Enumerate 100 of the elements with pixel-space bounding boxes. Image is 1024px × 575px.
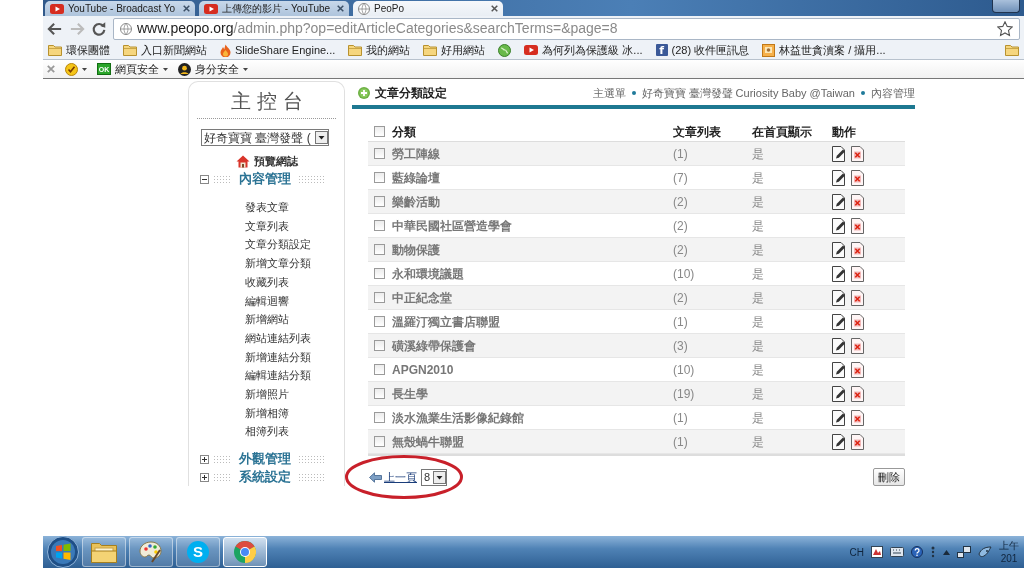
previous-page-link[interactable]: 上一頁 <box>369 468 417 486</box>
menu-link[interactable]: 發表文章 <box>245 198 289 217</box>
breadcrumb-link[interactable]: 好奇寶寶 臺灣發聲 Curiosity Baby @Taiwan <box>641 84 855 102</box>
edit-icon[interactable] <box>832 265 846 282</box>
row-checkbox[interactable] <box>374 172 385 183</box>
delete-icon[interactable] <box>851 241 864 258</box>
edit-icon[interactable] <box>832 193 846 210</box>
taskbar-app-button[interactable] <box>223 537 267 567</box>
help-icon[interactable] <box>911 546 923 558</box>
delete-icon[interactable] <box>851 169 864 186</box>
row-checkbox[interactable] <box>374 388 385 399</box>
edit-icon[interactable] <box>832 217 846 234</box>
breadcrumb-link[interactable]: 主選單 <box>592 84 626 102</box>
row-checkbox[interactable] <box>374 316 385 327</box>
delete-icon[interactable] <box>851 217 864 234</box>
menu-link[interactable]: 新增網站 <box>245 310 289 329</box>
row-checkbox[interactable] <box>374 292 385 303</box>
folder-icon[interactable] <box>1005 44 1019 56</box>
delete-icon[interactable] <box>851 433 864 450</box>
delete-icon[interactable] <box>851 385 864 402</box>
delete-icon[interactable] <box>851 313 864 330</box>
edit-icon[interactable] <box>832 313 846 330</box>
bookmark-star-icon[interactable] <box>997 20 1013 37</box>
bookmark-link[interactable]: 我的網站 <box>348 41 411 59</box>
taskbar-app-button[interactable] <box>82 537 126 567</box>
minimize-button[interactable] <box>992 0 1020 13</box>
delete-button[interactable]: 刪除 <box>873 468 905 486</box>
menu-link[interactable]: 文章分類設定 <box>245 235 311 255</box>
close-icon[interactable] <box>491 5 498 12</box>
expand-toggle[interactable] <box>200 454 209 464</box>
menu-link[interactable]: 新增文章分類 <box>245 254 311 273</box>
globe-icon[interactable] <box>498 43 512 57</box>
menu-link[interactable]: 新增相簿 <box>245 403 289 423</box>
section-heading[interactable]: 外觀管理 <box>238 449 291 469</box>
edit-icon[interactable] <box>832 241 846 258</box>
extension-button[interactable] <box>65 62 87 76</box>
site-select[interactable]: 好奇寶寶 臺灣發聲 ( <box>201 129 329 146</box>
section-heading[interactable]: 內容管理 <box>238 169 291 189</box>
menu-link[interactable]: 文章列表 <box>245 216 289 236</box>
browser-tab[interactable]: PeoPo <box>353 1 503 16</box>
menu-link[interactable]: 新增照片 <box>245 385 289 404</box>
menu-link[interactable]: 新增連結分類 <box>245 347 311 367</box>
options-icon[interactable] <box>930 546 936 558</box>
delete-icon[interactable] <box>851 265 864 282</box>
menu-link[interactable]: 網站連結列表 <box>245 328 311 348</box>
row-checkbox[interactable] <box>374 220 385 231</box>
input-method-icon[interactable] <box>871 546 883 558</box>
menu-link[interactable]: 收藏列表 <box>245 272 289 292</box>
close-icon[interactable] <box>183 5 190 12</box>
section-heading[interactable]: 系統設定 <box>238 467 291 487</box>
edit-icon[interactable] <box>832 145 846 162</box>
edit-icon[interactable] <box>832 337 846 354</box>
edit-icon[interactable] <box>832 361 846 378</box>
taskbar-app-button[interactable] <box>129 537 173 567</box>
delete-icon[interactable] <box>851 337 864 354</box>
row-checkbox[interactable] <box>374 364 385 375</box>
row-checkbox[interactable] <box>374 340 385 351</box>
bookmark-link[interactable]: 林益世貪瀆案 / 攝用... <box>762 41 886 59</box>
row-checkbox[interactable] <box>374 148 385 159</box>
bookmark-link[interactable]: f (28) 收件匣訊息 <box>655 41 750 59</box>
expand-toggle[interactable] <box>200 472 209 482</box>
back-icon[interactable] <box>47 21 63 36</box>
bookmark-link[interactable]: 入口新聞網站 <box>123 41 207 59</box>
edit-icon[interactable] <box>832 169 846 186</box>
menu-link[interactable]: 相簿列表 <box>245 422 289 442</box>
language-indicator[interactable]: CH <box>849 544 864 560</box>
reload-icon[interactable] <box>91 20 107 37</box>
address-bar[interactable]: www.peopo.org/admin.php?op=editArticleCategories&searchTerms=&page=8 <box>113 17 1020 40</box>
network-icon[interactable] <box>957 546 971 558</box>
page-select[interactable]: 8 <box>421 468 448 486</box>
row-checkbox[interactable] <box>374 436 385 447</box>
menu-link[interactable]: 編輯連結分類 <box>245 366 311 386</box>
row-checkbox[interactable] <box>374 412 385 423</box>
browser-tab[interactable]: 上傳您的影片 - YouTube <box>199 1 349 16</box>
show-hidden-icons-icon[interactable] <box>943 549 950 555</box>
close-icon[interactable] <box>337 5 344 12</box>
delete-icon[interactable] <box>851 289 864 306</box>
menu-link[interactable]: 編輯迴響 <box>245 291 289 311</box>
preview-link[interactable]: 預覽網誌 <box>189 152 344 170</box>
select-all-checkbox[interactable] <box>374 126 385 137</box>
bookmark-link[interactable]: 環保團體 <box>48 41 110 59</box>
wing-icon[interactable] <box>978 545 992 559</box>
edit-icon[interactable] <box>832 289 846 306</box>
edit-icon[interactable] <box>832 433 846 450</box>
bookmark-link[interactable]: 為何列為保護級 冰... <box>524 41 643 59</box>
start-button[interactable] <box>47 536 79 568</box>
breadcrumb-link[interactable]: 內容管理 <box>871 84 915 102</box>
delete-icon[interactable] <box>851 193 864 210</box>
row-checkbox[interactable] <box>374 268 385 279</box>
row-checkbox[interactable] <box>374 196 385 207</box>
edit-icon[interactable] <box>832 409 846 426</box>
delete-icon[interactable] <box>851 409 864 426</box>
bookmark-link[interactable]: SlideShare Engine... <box>220 41 336 59</box>
collapse-toggle[interactable] <box>200 174 209 184</box>
delete-icon[interactable] <box>851 361 864 378</box>
delete-icon[interactable] <box>851 145 864 162</box>
extension-button[interactable]: 身分安全 <box>178 60 248 78</box>
keyboard-icon[interactable] <box>890 547 904 557</box>
bookmark-link[interactable]: 好用網站 <box>423 41 486 59</box>
row-checkbox[interactable] <box>374 244 385 255</box>
